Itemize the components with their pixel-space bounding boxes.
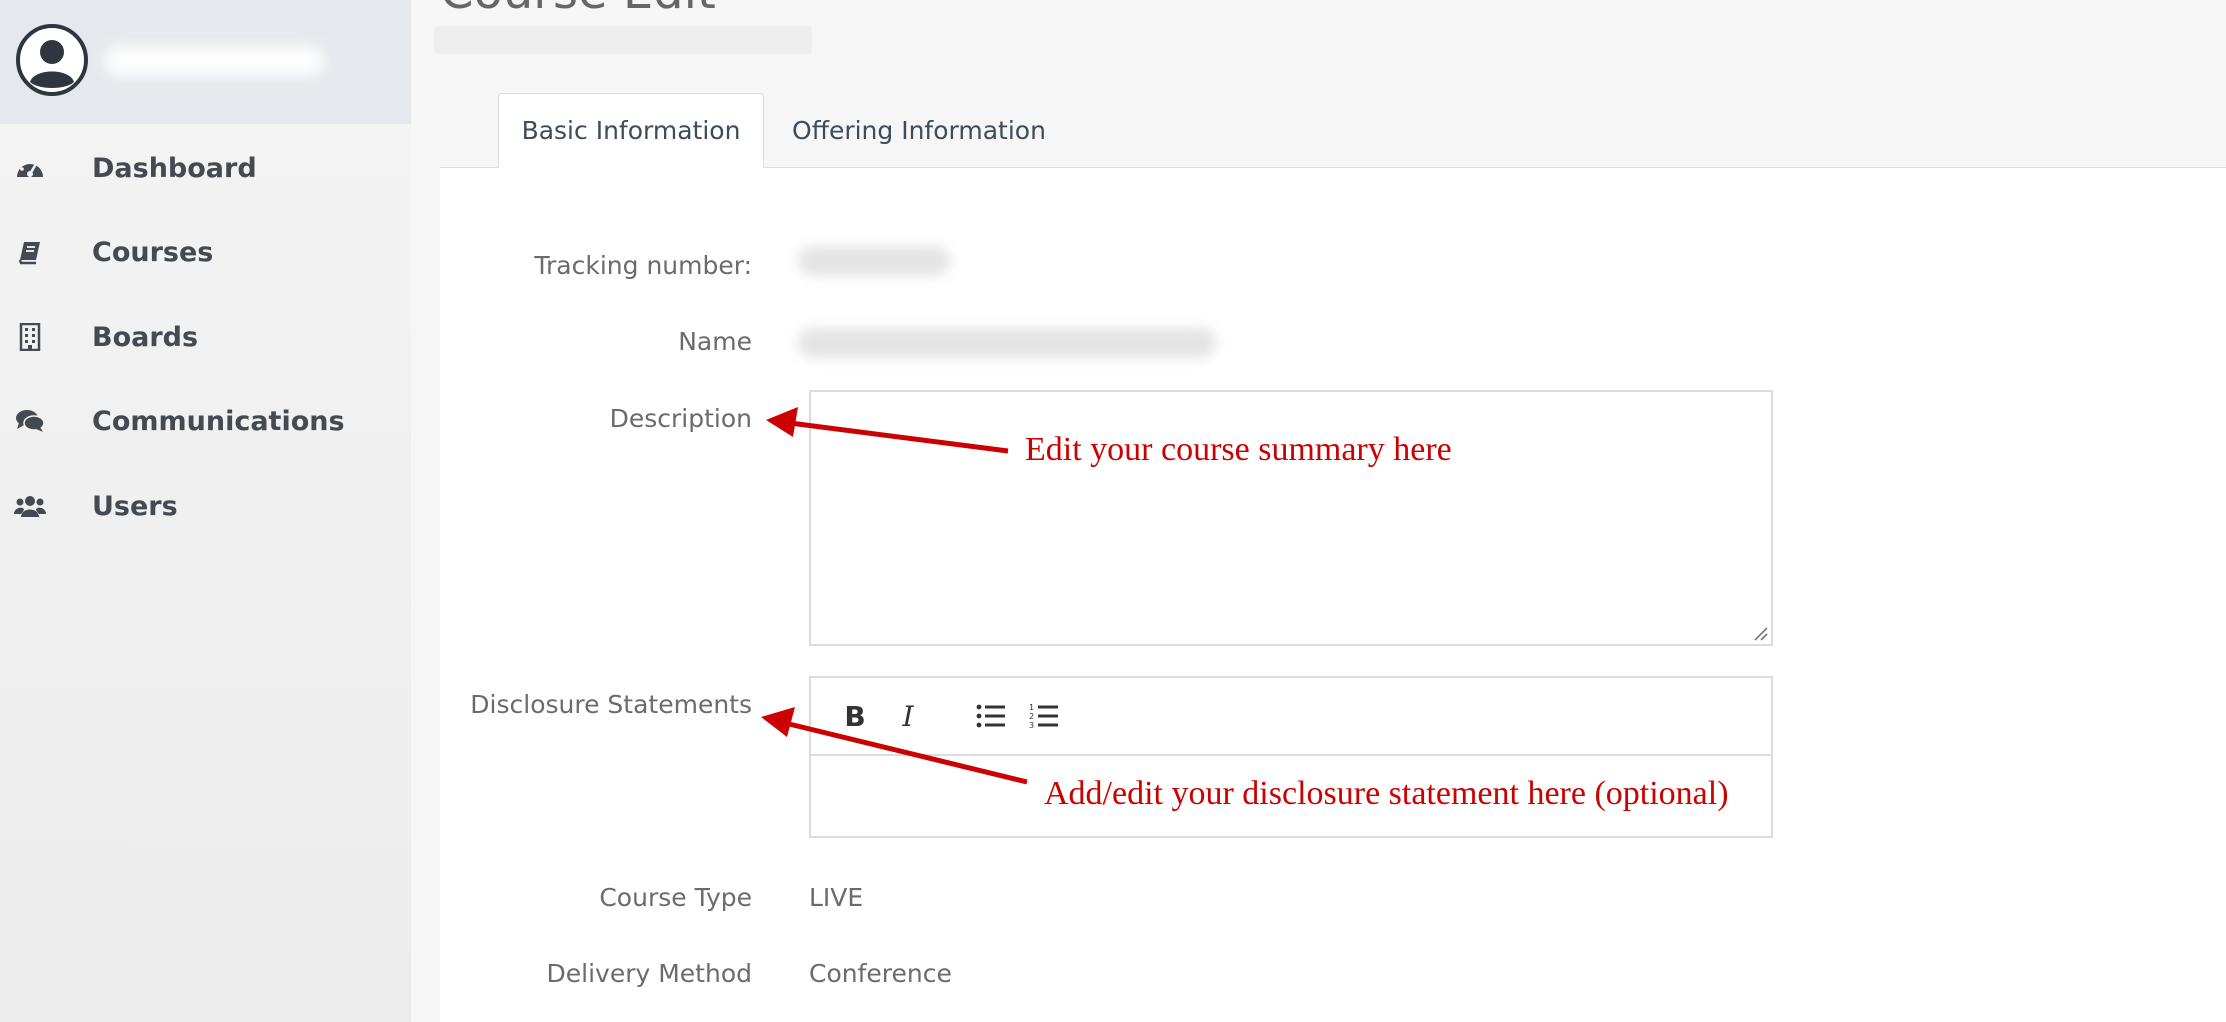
sidebar-item-label: Users (92, 490, 178, 522)
delivery-method-label: Delivery Method (546, 959, 752, 988)
disclosure-statements-label: Disclosure Statements (470, 690, 752, 719)
editor-toolbar: B I 123 (811, 678, 1771, 756)
sidebar-item-courses[interactable]: Courses (0, 217, 411, 287)
description-annotation: Edit your course summary here (1025, 431, 1452, 468)
page-title: Course Edit (440, 0, 716, 20)
name-label: Name (678, 327, 752, 356)
sidebar-header (0, 0, 411, 124)
building-icon (14, 321, 46, 353)
book-icon (14, 236, 46, 268)
svg-text:2: 2 (1029, 712, 1034, 721)
description-textarea[interactable] (809, 390, 1773, 646)
sidebar-item-label: Dashboard (92, 152, 257, 184)
svg-text:3: 3 (1029, 721, 1034, 730)
sidebar-item-boards[interactable]: Boards (0, 302, 411, 372)
italic-icon[interactable]: I (888, 696, 928, 736)
username-redacted (104, 46, 324, 76)
sidebar-item-label: Courses (92, 236, 214, 268)
sidebar-item-label: Communications (92, 405, 345, 437)
sidebar: Dashboard Courses Boards Communications … (0, 0, 411, 1022)
sidebar-item-dashboard[interactable]: Dashboard (0, 133, 411, 203)
page-subtitle-redacted (434, 26, 812, 54)
numbered-list-icon[interactable]: 123 (1024, 696, 1064, 736)
dashboard-icon (14, 152, 46, 184)
tracking-number-value-redacted (798, 246, 950, 276)
course-type-value: LIVE (809, 883, 864, 912)
sidebar-item-communications[interactable]: Communications (0, 386, 411, 456)
tracking-number-label: Tracking number: (534, 251, 752, 280)
tab-basic-information[interactable]: Basic Information (498, 93, 764, 168)
svg-text:1: 1 (1029, 703, 1034, 712)
tab-offering-information[interactable]: Offering Information (774, 93, 1064, 168)
description-label: Description (609, 404, 752, 433)
name-value-redacted (798, 328, 1216, 358)
comments-icon (14, 405, 46, 437)
bulleted-list-icon[interactable] (971, 696, 1011, 736)
disclosure-annotation: Add/edit your disclosure statement here … (1044, 775, 1729, 812)
bold-icon[interactable]: B (835, 696, 875, 736)
sidebar-item-label: Boards (92, 321, 199, 353)
course-type-label: Course Type (599, 883, 752, 912)
resize-handle-icon[interactable] (1751, 624, 1769, 642)
users-icon (14, 490, 46, 522)
user-avatar-icon[interactable] (16, 24, 88, 96)
sidebar-item-users[interactable]: Users (0, 471, 411, 541)
disclosure-editor[interactable]: B I 123 (809, 676, 1773, 838)
delivery-method-value: Conference (809, 959, 952, 988)
